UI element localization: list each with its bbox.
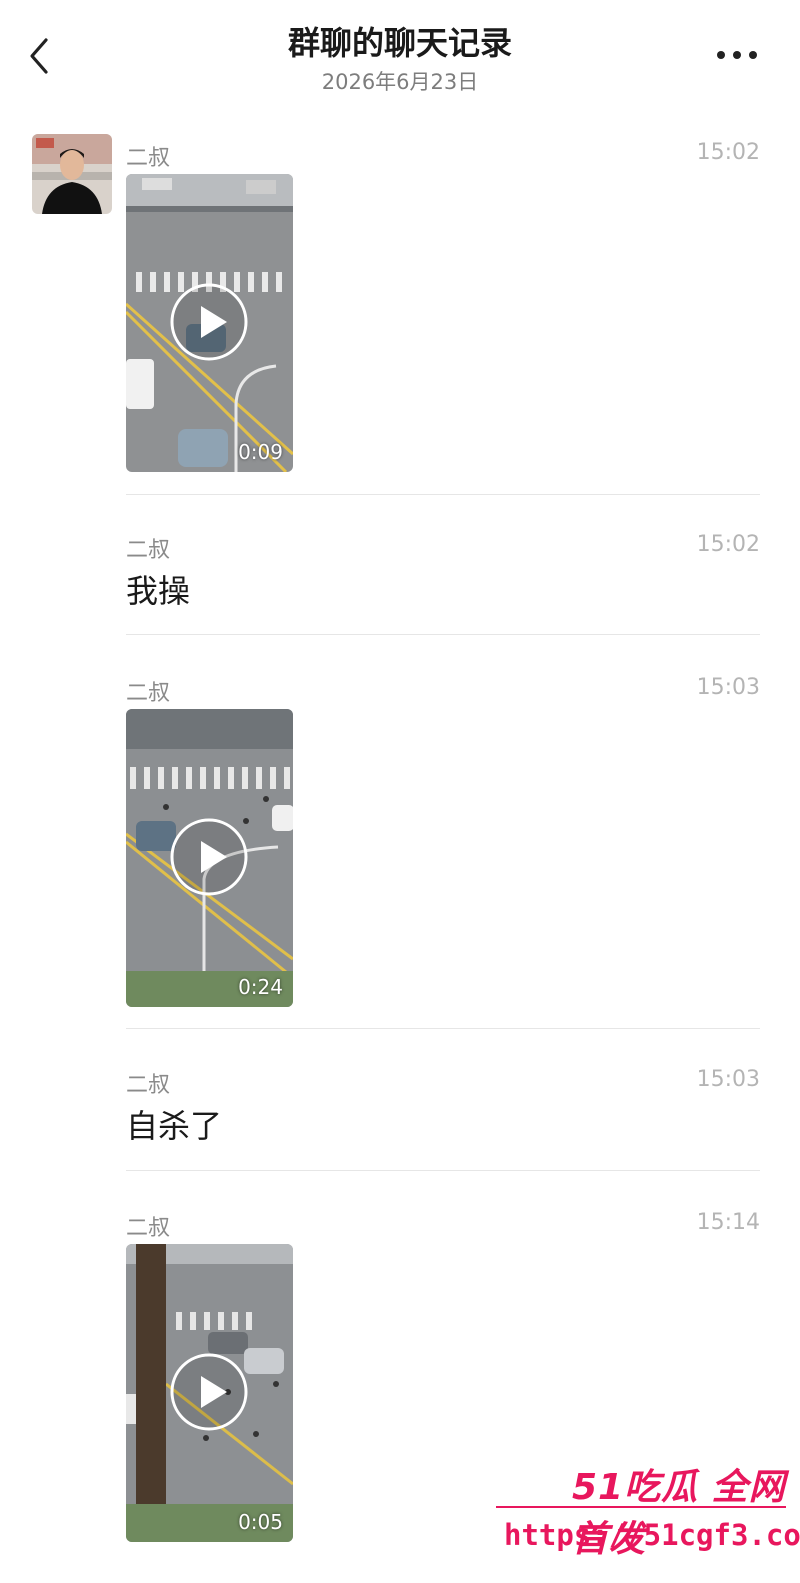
divider xyxy=(126,494,760,495)
message-time: 15:03 xyxy=(696,1067,760,1092)
message-time: 15:03 xyxy=(696,675,760,700)
message-item: 二叔 15:03 0:24 xyxy=(126,675,760,1007)
avatar[interactable] xyxy=(32,134,112,214)
avatar-photo xyxy=(32,134,112,214)
message-time: 15:02 xyxy=(696,532,760,557)
video-thumbnail[interactable]: 0:09 xyxy=(126,174,293,472)
sender-name: 二叔 xyxy=(126,1216,171,1241)
message-text: 自杀了 xyxy=(126,1107,223,1145)
watermark-url: https://51cgf3.com xyxy=(504,1518,800,1552)
message-text: 我操 xyxy=(126,572,191,610)
video-duration: 0:05 xyxy=(238,1510,283,1534)
play-icon xyxy=(170,818,248,896)
more-button[interactable] xyxy=(712,38,762,72)
watermark-rule xyxy=(496,1506,786,1508)
message-time: 15:02 xyxy=(696,140,760,165)
watermark: 51吃瓜 全网首发 https://51cgf3.com xyxy=(492,1458,800,1578)
divider xyxy=(126,1028,760,1029)
divider xyxy=(126,634,760,635)
message-item: 二叔 15:02 0:09 xyxy=(126,140,760,472)
video-duration: 0:09 xyxy=(238,440,283,464)
play-icon xyxy=(170,1353,248,1431)
message-item: 二叔 15:02 我操 xyxy=(126,532,760,612)
sender-name: 二叔 xyxy=(126,1073,171,1098)
top-bar: 群聊的聊天记录 2026年6月23日 xyxy=(0,0,800,110)
page-title: 群聊的聊天记录 xyxy=(287,24,512,62)
sender-name: 二叔 xyxy=(126,681,171,706)
video-duration: 0:24 xyxy=(238,975,283,999)
divider xyxy=(126,1170,760,1171)
sender-name: 二叔 xyxy=(126,538,171,563)
video-thumbnail[interactable]: 0:05 xyxy=(126,1244,293,1542)
message-item: 二叔 15:03 自杀了 xyxy=(126,1067,760,1147)
more-horizontal-icon xyxy=(717,51,757,59)
video-thumbnail[interactable]: 0:24 xyxy=(126,709,293,1007)
record-date: 2026年6月23日 xyxy=(321,70,479,94)
message-time: 15:14 xyxy=(696,1210,760,1235)
play-icon xyxy=(170,283,248,361)
sender-name: 二叔 xyxy=(126,146,171,171)
